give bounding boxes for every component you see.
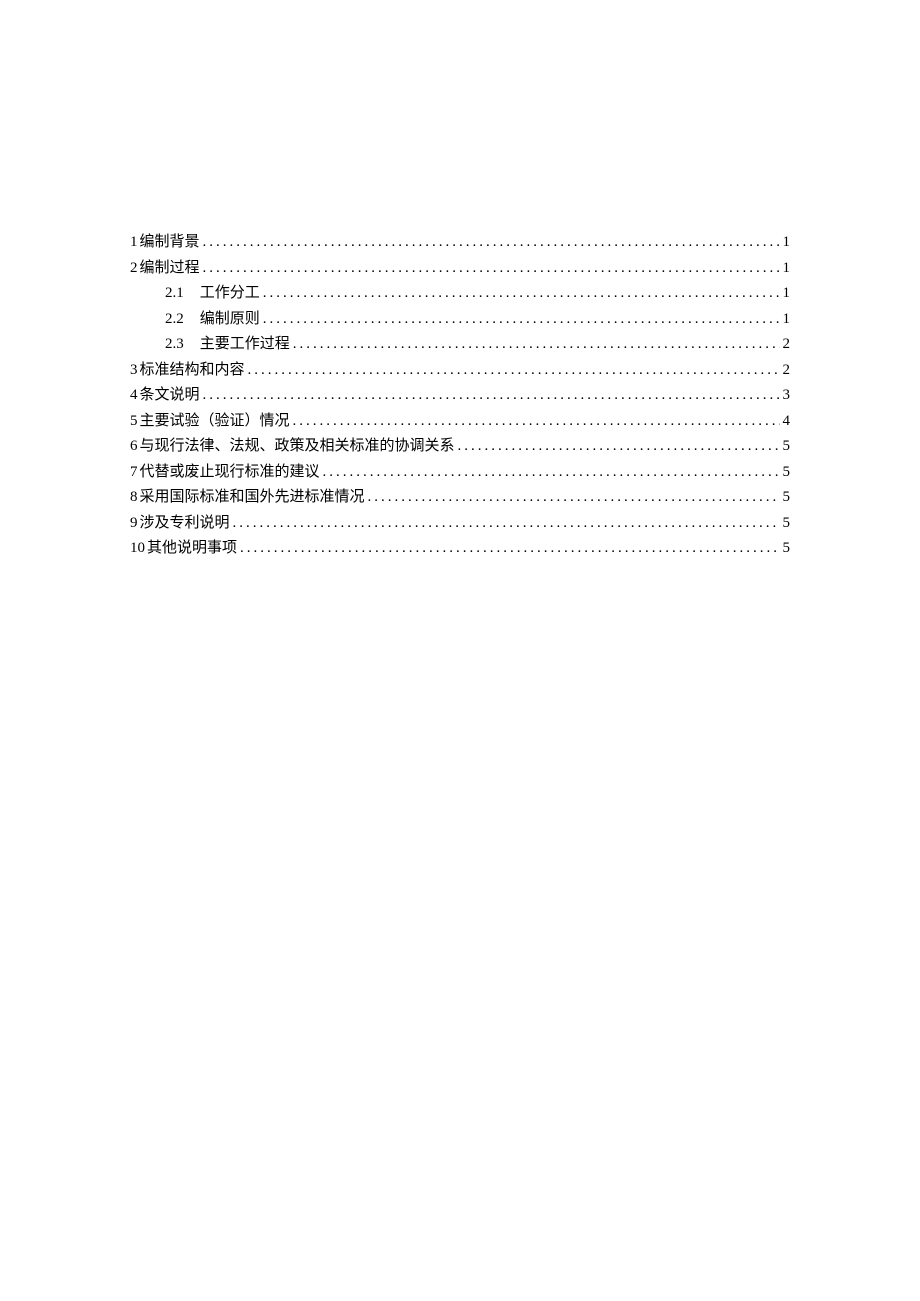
toc-leader-dots: [293, 409, 780, 435]
toc-entry[interactable]: 2.1 工作分工 1: [130, 281, 790, 307]
toc-page: 2: [783, 332, 791, 358]
toc-page: 1: [783, 256, 791, 282]
toc-number: 2: [130, 256, 138, 282]
toc-page: 1: [783, 230, 791, 256]
toc-entry[interactable]: 8 采用国际标准和国外先进标准情况 5: [130, 485, 790, 511]
toc-number: 7: [130, 460, 138, 486]
toc-title: 主要试验（验证）情况: [140, 409, 290, 435]
toc-title: 涉及专利说明: [140, 511, 230, 537]
toc-number: 2.1: [165, 281, 184, 307]
toc-leader-dots: [233, 511, 780, 537]
toc-title: 代替或废止现行标准的建议: [140, 460, 320, 486]
toc-entry[interactable]: 7 代替或废止现行标准的建议 5: [130, 460, 790, 486]
toc-leader-dots: [368, 485, 780, 511]
toc-leader-dots: [203, 383, 780, 409]
toc-page: 3: [783, 383, 791, 409]
toc-page: 5: [783, 434, 791, 460]
toc-title: 编制原则: [200, 307, 260, 333]
toc-number: 4: [130, 383, 138, 409]
toc-title: 标准结构和内容: [140, 358, 245, 384]
toc-title: 其他说明事项: [147, 536, 237, 562]
toc-number: 9: [130, 511, 138, 537]
toc-leader-dots: [248, 358, 780, 384]
toc-entry[interactable]: 1 编制背景 1: [130, 230, 790, 256]
toc-entry[interactable]: 2.2 编制原则 1: [130, 307, 790, 333]
toc-leader-dots: [458, 434, 780, 460]
toc-entry[interactable]: 2.3 主要工作过程 2: [130, 332, 790, 358]
toc-leader-dots: [293, 332, 780, 358]
toc-entry[interactable]: 6 与现行法律、法规、政策及相关标准的协调关系 5: [130, 434, 790, 460]
toc-entry[interactable]: 2 编制过程 1: [130, 256, 790, 282]
toc-leader-dots: [323, 460, 780, 486]
toc-title: 工作分工: [200, 281, 260, 307]
toc-page: 5: [783, 460, 791, 486]
toc-number: 2.2: [165, 307, 184, 333]
toc-leader-dots: [240, 536, 779, 562]
toc-title: 编制背景: [140, 230, 200, 256]
toc-page: 1: [783, 307, 791, 333]
toc-title: 主要工作过程: [200, 332, 290, 358]
toc-number: 5: [130, 409, 138, 435]
toc-page: 5: [783, 511, 791, 537]
toc-number: 3: [130, 358, 138, 384]
toc-number: 8: [130, 485, 138, 511]
toc-page: 1: [783, 281, 791, 307]
toc-title: 条文说明: [140, 383, 200, 409]
toc-leader-dots: [203, 256, 780, 282]
toc-leader-dots: [263, 281, 780, 307]
toc-number: 1: [130, 230, 138, 256]
toc-leader-dots: [203, 230, 780, 256]
toc-title: 采用国际标准和国外先进标准情况: [140, 485, 365, 511]
toc-entry[interactable]: 10 其他说明事项 5: [130, 536, 790, 562]
toc-title: 与现行法律、法规、政策及相关标准的协调关系: [140, 434, 455, 460]
toc-entry[interactable]: 4 条文说明 3: [130, 383, 790, 409]
toc-number: 10: [130, 536, 145, 562]
toc-entry[interactable]: 5 主要试验（验证）情况 4: [130, 409, 790, 435]
toc-entry[interactable]: 3 标准结构和内容 2: [130, 358, 790, 384]
toc-number: 6: [130, 434, 138, 460]
toc-leader-dots: [263, 307, 780, 333]
table-of-contents: 1 编制背景 1 2 编制过程 1 2.1 工作分工 1 2.2 编制原则 1 …: [130, 230, 790, 562]
toc-page: 5: [783, 485, 791, 511]
toc-page: 2: [783, 358, 791, 384]
toc-title: 编制过程: [140, 256, 200, 282]
toc-entry[interactable]: 9 涉及专利说明 5: [130, 511, 790, 537]
toc-page: 4: [783, 409, 791, 435]
toc-number: 2.3: [165, 332, 184, 358]
toc-page: 5: [783, 536, 791, 562]
